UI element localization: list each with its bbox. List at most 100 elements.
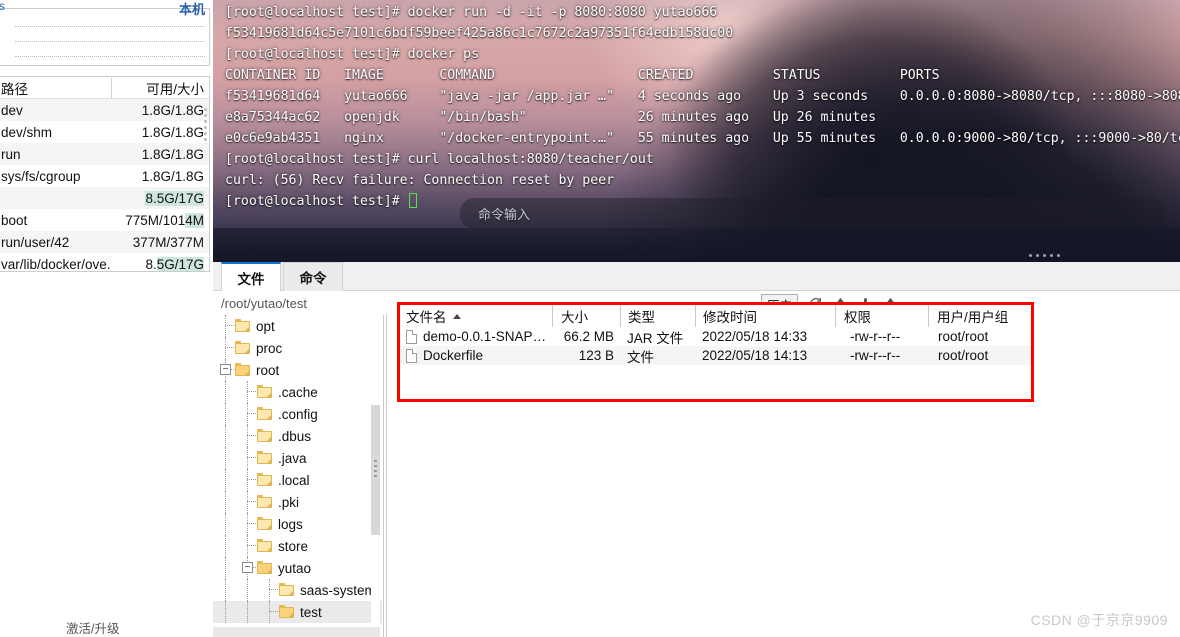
disk-row[interactable]: run/user/42 377M/377M xyxy=(0,231,209,253)
sort-asc-icon xyxy=(452,313,461,319)
folder-icon xyxy=(257,473,272,486)
file-list-body: demo-0.0.1-SNAPS... 66.2 MB JAR 文件 2022/05/… xyxy=(400,327,1031,365)
file-name-cell-text: demo-0.0.1-SNAPS... xyxy=(423,329,552,344)
file-permissions-cell: -rw-r--r-- xyxy=(850,348,901,363)
tree-item-dot-dbus[interactable]: .dbus xyxy=(213,425,382,447)
tree-item-test[interactable]: test xyxy=(213,601,382,623)
folder-icon xyxy=(235,319,250,332)
directory-tree[interactable]: opt proc − root .cache .config .dbus .java .loca… xyxy=(213,315,383,637)
tabstrip: 文件 命令 xyxy=(213,262,1180,291)
file-icon xyxy=(406,329,417,344)
current-path-text: /root/yutao/test xyxy=(221,295,307,311)
folder-icon xyxy=(257,407,272,420)
tree-item-dot-java[interactable]: .java xyxy=(213,447,382,469)
file-row[interactable]: Dockerfile 123 B 文件 2022/05/18 14:13 -rw-r--… xyxy=(400,346,1031,365)
disk-col-path[interactable]: 路径 xyxy=(0,78,111,98)
disk-row-path: dev xyxy=(1,102,23,118)
folder-icon xyxy=(279,605,294,618)
tree-item-yutao[interactable]: − yutao xyxy=(213,557,382,579)
ssh-terminal-pane[interactable]: [root@localhost test]# docker run -d -it… xyxy=(213,0,1180,262)
file-name-cell-text: Dockerfile xyxy=(423,348,484,363)
tree-collapse-icon[interactable]: − xyxy=(242,562,253,573)
tree-item-opt[interactable]: opt xyxy=(213,315,382,337)
tab-files[interactable]: 文件 xyxy=(221,262,281,291)
tree-item-saas-system[interactable]: saas-system xyxy=(213,579,382,601)
file-size-cell: 123 B xyxy=(578,348,614,363)
tree-item-label: yutao xyxy=(278,560,312,576)
tab-commands[interactable]: 命令 xyxy=(283,262,343,291)
disk-row-path: var/lib/docker/ove... xyxy=(1,256,111,272)
tree-item-label: root xyxy=(256,362,280,378)
col-header-type[interactable]: 类型 xyxy=(620,305,695,327)
col-header-owner-label: 用户/用户组 xyxy=(937,310,1009,325)
file-icon xyxy=(406,348,417,363)
tree-item-label: opt xyxy=(256,318,275,334)
chart-gridline xyxy=(15,26,205,27)
disk-row[interactable]: dev 1.8G/1.8G xyxy=(0,99,209,121)
chart-unit-label: ms xyxy=(0,0,5,13)
disk-table-body: dev 1.8G/1.8G dev/shm 1.8G/1.8G run 1.8G/1.8G… xyxy=(0,99,209,272)
terminal-output-text: [root@localhost test]# docker run -d -it… xyxy=(225,5,1180,209)
disk-row-path: sys/fs/cgroup xyxy=(1,168,81,184)
tree-item-label: .pki xyxy=(278,494,300,510)
tree-item-dot-local[interactable]: .local xyxy=(213,469,382,491)
disk-row[interactable]: run 1.8G/1.8G xyxy=(0,143,209,165)
disk-row-path: boot xyxy=(1,212,28,228)
terminal-output: [root@localhost test]# docker run -d -it… xyxy=(225,2,1180,212)
col-header-modified[interactable]: 修改时间 xyxy=(695,305,835,327)
folder-icon xyxy=(257,517,272,530)
file-name-cell: demo-0.0.1-SNAPS... xyxy=(400,327,552,346)
tree-item-label: logs xyxy=(278,516,303,532)
disk-row-value: 1.8G/1.8G xyxy=(141,124,204,140)
file-row[interactable]: demo-0.0.1-SNAPS... 66.2 MB JAR 文件 2022/05/… xyxy=(400,327,1031,346)
col-header-filename[interactable]: 文件名 xyxy=(400,305,552,327)
col-header-permissions[interactable]: 权限 xyxy=(835,305,928,327)
tree-item-store[interactable]: store xyxy=(213,535,382,557)
file-permissions-cell: -rw-r--r-- xyxy=(850,329,901,344)
watermark: CSDN @于京京9909 xyxy=(1030,612,1168,628)
tree-item-root[interactable]: − root xyxy=(213,359,382,381)
tree-item-label: .java xyxy=(278,450,307,466)
disk-row[interactable]: boot 775M/1014M xyxy=(0,209,209,231)
tree-scrollbar-grip xyxy=(374,460,377,482)
command-input-placeholder: 命令输入 xyxy=(478,207,531,222)
tree-item-proc[interactable]: proc xyxy=(213,337,382,359)
tree-vertical-scrollbar[interactable] xyxy=(371,315,380,637)
col-header-owner[interactable]: 用户/用户组 xyxy=(928,305,1028,327)
disk-scrollbar[interactable] xyxy=(203,105,208,149)
command-input-bar[interactable]: 命令输入 xyxy=(460,198,1165,229)
terminal-cursor xyxy=(408,193,417,208)
tree-item-dot-config[interactable]: .config xyxy=(213,403,382,425)
chart-gridline xyxy=(15,56,205,57)
disk-row[interactable]: dev/shm 1.8G/1.8G xyxy=(0,121,209,143)
file-modified-cell: 2022/05/18 14:33 xyxy=(702,329,808,344)
disk-row[interactable]: sys/fs/cgroup 1.8G/1.8G xyxy=(0,165,209,187)
disk-row[interactable]: var/lib/docker/ove... 8.5G/17G xyxy=(0,253,209,272)
tree-item-label: .local xyxy=(278,472,310,488)
folder-icon xyxy=(235,341,250,354)
file-owner-cell: root/root xyxy=(938,348,989,363)
file-owner-cell: root/root xyxy=(938,329,989,344)
disk-row-path: dev/shm xyxy=(1,124,53,140)
col-header-filename-label: 文件名 xyxy=(406,310,447,325)
disk-col-size[interactable]: 可用/大小 xyxy=(111,77,209,98)
disk-row-value: 1.8G/1.8G xyxy=(141,168,204,184)
file-list[interactable]: 文件名 大小 类型 修改时间 权限 用户/用户组 demo-0.0.1-SNAP… xyxy=(400,305,1031,399)
tree-item-label: .config xyxy=(278,406,318,422)
folder-icon xyxy=(257,429,272,442)
tree-collapse-icon[interactable]: − xyxy=(220,364,231,375)
tree-item-logs[interactable]: logs xyxy=(213,513,382,535)
disk-row-value: 775M/1014M xyxy=(125,212,204,228)
pane-splitter[interactable] xyxy=(383,315,387,637)
folder-icon xyxy=(257,385,272,398)
activate-upgrade-label[interactable]: 激活/升级 xyxy=(66,618,119,637)
file-list-header: 文件名 大小 类型 修改时间 权限 用户/用户组 xyxy=(400,305,1031,327)
tree-item-label: saas-system xyxy=(300,582,376,598)
disk-row[interactable]: 8.5G/17G xyxy=(0,187,209,209)
folder-icon xyxy=(257,495,272,508)
col-header-size[interactable]: 大小 xyxy=(552,305,620,327)
tree-item-dot-pki[interactable]: .pki xyxy=(213,491,382,513)
tree-item-dot-cache[interactable]: .cache xyxy=(213,381,382,403)
tree-bottom-strip xyxy=(213,627,380,637)
disk-usage-table[interactable]: 路径 可用/大小 dev 1.8G/1.8G dev/shm 1.8G/1.8G run… xyxy=(0,76,210,272)
